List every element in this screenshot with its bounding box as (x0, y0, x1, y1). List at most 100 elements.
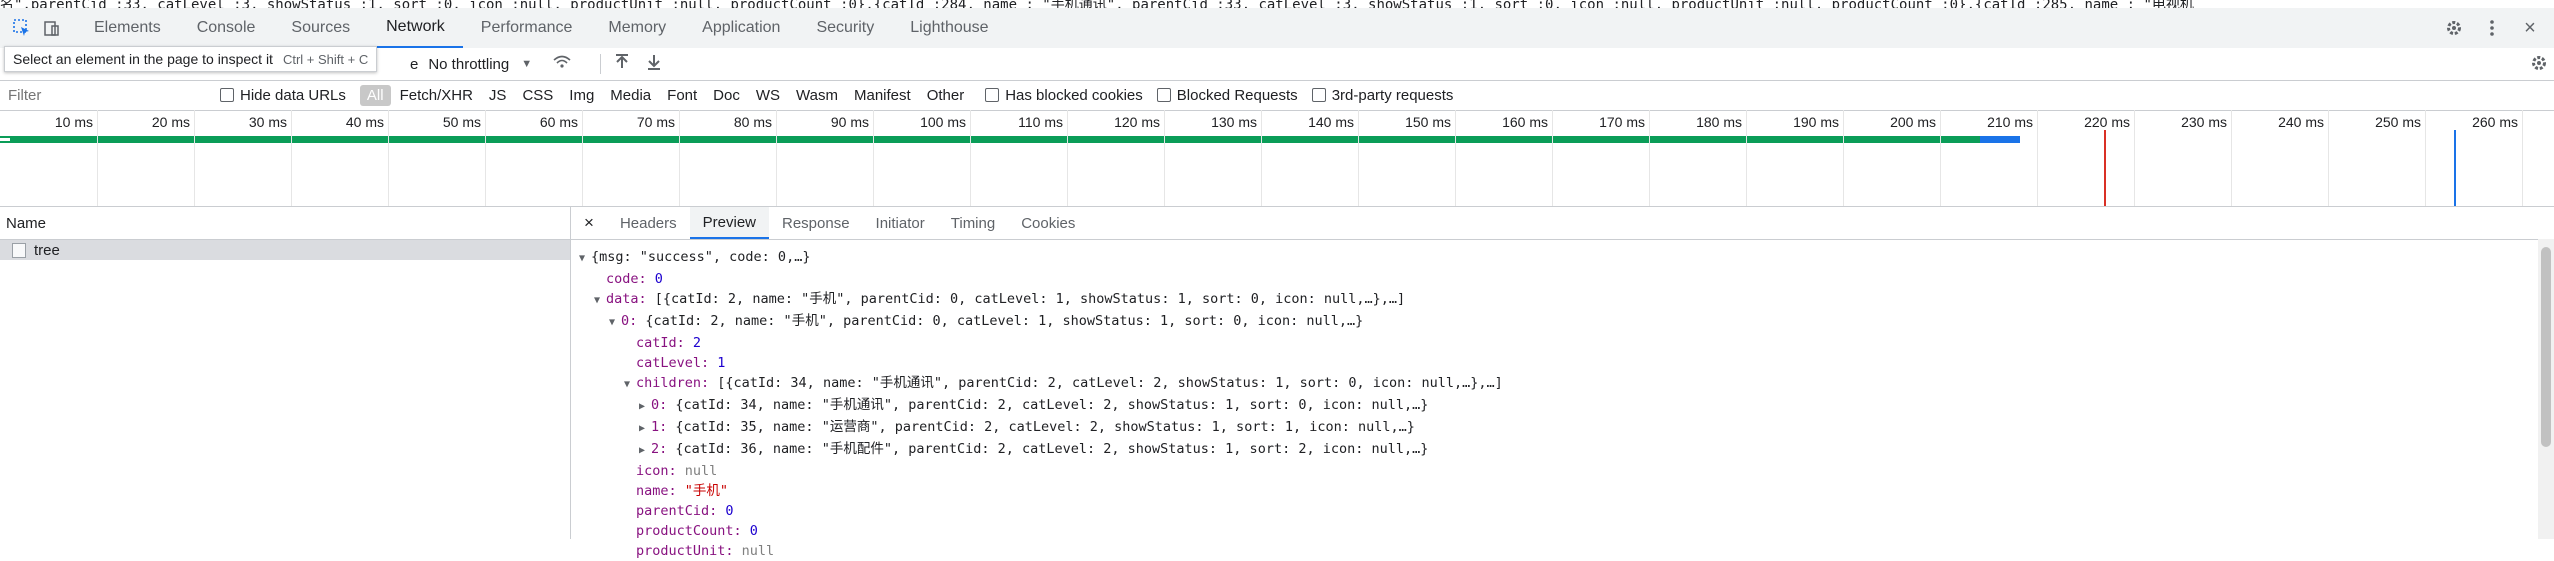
filter-type-media[interactable]: Media (603, 85, 658, 106)
json-line-text: {msg: "success", code: 0,…} (591, 249, 811, 265)
request-row-tree[interactable]: tree (0, 240, 570, 260)
timeline-gridline (97, 110, 98, 206)
tab-elements[interactable]: Elements (76, 8, 179, 48)
device-toolbar-icon[interactable] (40, 16, 64, 40)
tooltip-text: Select an element in the page to inspect… (13, 51, 273, 67)
third-party-requests-checkbox[interactable]: 3rd-party requests (1311, 86, 1454, 104)
close-devtools-icon[interactable]: × (2518, 16, 2542, 40)
timeline-gridline (388, 110, 389, 206)
scrollbar-thumb[interactable] (2541, 247, 2551, 447)
json-line-text: productUnit: null (636, 543, 775, 559)
timeline-gridline (1649, 110, 1650, 206)
timeline-gridline (582, 110, 583, 206)
json-tree-row[interactable]: ▼ data: [{catId: 2, name: "手机", parentCid… (579, 289, 1503, 311)
blocked-requests-label: Blocked Requests (1176, 86, 1298, 104)
tab-memory[interactable]: Memory (590, 8, 684, 48)
json-preview: ▼ {msg: "success", code: 0,…} code: 0 ▼ data… (579, 247, 1503, 561)
hide-data-urls-checkbox[interactable]: Hide data URLs (220, 87, 346, 104)
hide-data-urls-label: Hide data URLs (240, 86, 346, 104)
json-tree-row[interactable]: ▶ 0: {catId: 34, name: "手机通讯", parentCid:… (579, 395, 1503, 417)
export-har-icon[interactable] (647, 54, 661, 74)
json-tree-row: code: 0 (579, 269, 1503, 289)
tab-application[interactable]: Application (684, 8, 798, 48)
settings-gear-icon[interactable] (2442, 16, 2466, 40)
tab-security[interactable]: Security (798, 8, 892, 48)
inspect-element-icon[interactable] (10, 16, 34, 40)
detail-tab-timing[interactable]: Timing (938, 207, 1008, 239)
timeline-tick-label: 170 ms (1599, 114, 1645, 130)
filter-type-img[interactable]: Img (562, 85, 601, 106)
timeline-gridline (2134, 110, 2135, 206)
detail-tab-preview[interactable]: Preview (689, 207, 769, 239)
timeline-gridline (970, 110, 971, 206)
filter-input[interactable] (6, 85, 220, 105)
timeline-gridline (1552, 110, 1553, 206)
filter-type-js[interactable]: JS (482, 85, 514, 106)
json-tree-row[interactable]: ▼ {msg: "success", code: 0,…} (579, 247, 1503, 269)
tab-console[interactable]: Console (179, 8, 274, 48)
tab-lighthouse[interactable]: Lighthouse (892, 8, 1006, 48)
third-party-requests-label: 3rd-party requests (1331, 86, 1454, 104)
expand-arrow-right-icon[interactable]: ▶ (639, 397, 651, 417)
network-overview-timeline[interactable]: 10 ms 20 ms 30 ms 40 ms 50 ms 60 ms 70 ms 80 ms… (0, 110, 2554, 207)
expand-arrow-down-icon[interactable]: ▼ (594, 291, 606, 311)
filter-type-wasm[interactable]: Wasm (789, 85, 845, 106)
throttling-select[interactable]: No throttling (428, 56, 509, 73)
filter-type-css[interactable]: CSS (515, 85, 560, 106)
tab-network[interactable]: Network (368, 8, 463, 48)
throttling-dropdown-icon[interactable]: ▼ (521, 58, 532, 70)
request-name: tree (34, 241, 60, 259)
filter-type-doc[interactable]: Doc (706, 85, 747, 106)
filter-type-fetch-xhr[interactable]: Fetch/XHR (393, 85, 480, 106)
expand-arrow-right-icon[interactable]: ▶ (639, 419, 651, 439)
json-tree-row[interactable]: ▼ 0: {catId: 2, name: "手机", parentCid: 0,… (579, 311, 1503, 333)
json-tree-row[interactable]: ▶ 1: {catId: 35, name: "运营商", parentCid: … (579, 417, 1503, 439)
json-line-text: data: [{catId: 2, name: "手机", parentCid:… (606, 291, 1406, 307)
timeline-tick-label: 110 ms (1018, 114, 1063, 130)
toolbar-partial-label: e (410, 55, 419, 73)
expand-arrow-down-icon[interactable]: ▼ (579, 249, 591, 269)
import-har-icon[interactable] (615, 54, 629, 74)
filter-type-all[interactable]: All (359, 84, 391, 106)
filter-type-ws[interactable]: WS (749, 85, 787, 106)
filter-type-other[interactable]: Other (920, 85, 972, 106)
detail-tab-response[interactable]: Response (769, 207, 863, 239)
json-tree-row[interactable]: ▼ children: [{catId: 34, name: "手机通讯", pa… (579, 373, 1503, 395)
json-line-text: 1: {catId: 35, name: "运营商", parentCid: 2… (651, 419, 1415, 435)
filter-type-manifest[interactable]: Manifest (847, 85, 918, 106)
timeline-tick-label: 190 ms (1793, 114, 1839, 130)
close-detail-icon[interactable]: × (571, 207, 607, 239)
name-column-header[interactable]: Name (0, 207, 570, 240)
timeline-gridline (1164, 110, 1165, 206)
more-options-icon[interactable] (2480, 16, 2504, 40)
timeline-tick-label: 180 ms (1696, 114, 1742, 130)
request-detail-pane: × Headers Preview Response Initiator Timing C… (571, 207, 2554, 559)
detail-tab-cookies[interactable]: Cookies (1008, 207, 1088, 239)
detail-tabs: × Headers Preview Response Initiator Timing C… (571, 207, 2554, 240)
json-line-text: catLevel: 1 (636, 355, 726, 371)
detail-tab-initiator[interactable]: Initiator (863, 207, 938, 239)
network-settings-gear-icon[interactable] (2530, 54, 2548, 76)
expand-arrow-down-icon[interactable]: ▼ (624, 375, 636, 395)
tab-performance[interactable]: Performance (463, 8, 591, 48)
network-conditions-wifi-icon[interactable] (552, 54, 572, 74)
timeline-tick-label: 210 ms (1987, 114, 2033, 130)
json-tree-row: productCount: 0 (579, 521, 1503, 541)
has-blocked-cookies-checkbox[interactable]: Has blocked cookies (985, 87, 1143, 104)
json-line-text: catId: 2 (636, 335, 702, 351)
detail-tab-headers[interactable]: Headers (607, 207, 690, 239)
timeline-tick-label: 220 ms (2084, 114, 2130, 130)
timeline-tick-label: 50 ms (442, 114, 481, 130)
preview-scrollbar[interactable] (2538, 239, 2554, 539)
expand-arrow-right-icon[interactable]: ▶ (639, 441, 651, 461)
tab-sources[interactable]: Sources (273, 8, 368, 48)
expand-arrow-down-icon[interactable]: ▼ (609, 313, 621, 333)
blocked-requests-checkbox[interactable]: Blocked Requests (1156, 86, 1298, 104)
timeline-gridline (776, 110, 777, 206)
inspect-tooltip: Select an element in the page to inspect… (4, 46, 378, 72)
timeline-tick-label: 200 ms (1890, 114, 1936, 130)
filter-type-font[interactable]: Font (660, 85, 704, 106)
timeline-gridline (2328, 110, 2329, 206)
json-tree-row[interactable]: ▶ 2: {catId: 36, name: "手机配件", parentCid:… (579, 439, 1503, 461)
timeline-tick-label: 250 ms (2375, 114, 2421, 130)
